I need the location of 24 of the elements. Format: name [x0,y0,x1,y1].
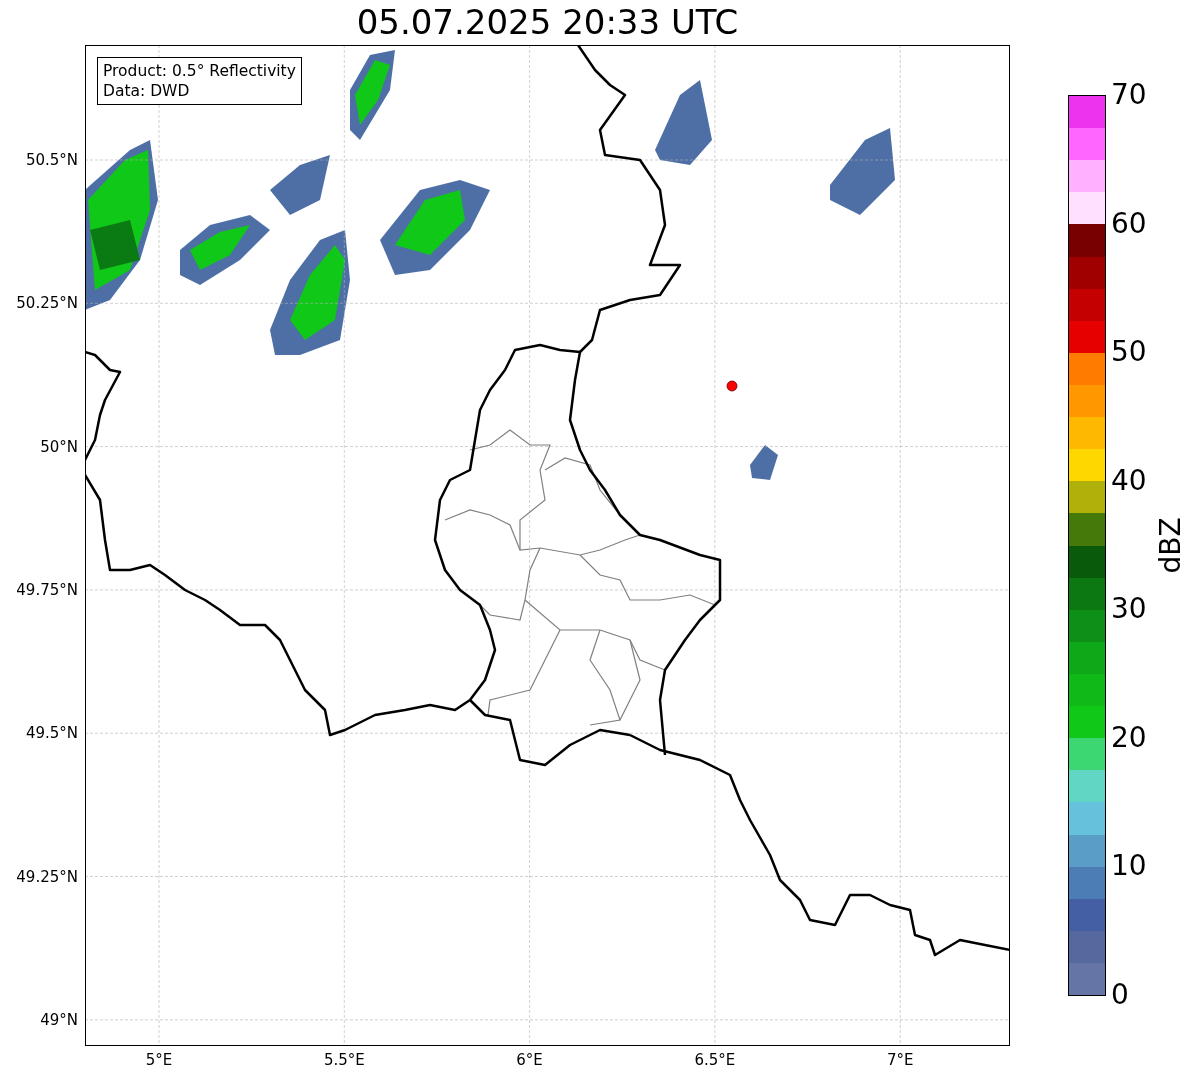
latitude-label: 49°N [40,1010,78,1029]
colorbar-tick-label: 20 [1111,722,1147,753]
latitude-label: 50°N [40,437,78,456]
colorbar-tick-label: 50 [1111,337,1147,368]
longitude-label: 5.5°E [323,1051,365,1069]
info-text: Data: DWD [103,81,191,101]
longitude-label: 6°E [516,1051,543,1069]
longitude-label: 6.5°E [694,1051,736,1069]
longitude-label: 5°E [145,1051,173,1069]
colorbar-tick-label: 10 [1111,851,1147,882]
info-text: Product: 0.5° Reflectivity [103,61,296,81]
chart-title: 05.07.2025 20:33 UTC [355,1,740,44]
colorbar-tick-label: 40 [1111,465,1147,496]
colorbar-label: dBZ [1153,517,1187,574]
colorbar-tick-label: 70 [1111,80,1147,110]
latitude-label: 49.25°N [16,867,78,886]
longitude-label: 7°E [886,1051,914,1069]
colorbar-tick-label: 30 [1111,594,1147,625]
colorbar-tick-label: 60 [1111,208,1147,239]
latitude-label: 50.5°N [25,151,78,169]
colorbar-tick-label: 0 [1111,980,1129,1010]
latitude-label: 49.5°N [25,724,78,743]
latitude-label: 49.75°N [16,580,78,599]
latitude-label: 50.25°N [16,294,78,313]
